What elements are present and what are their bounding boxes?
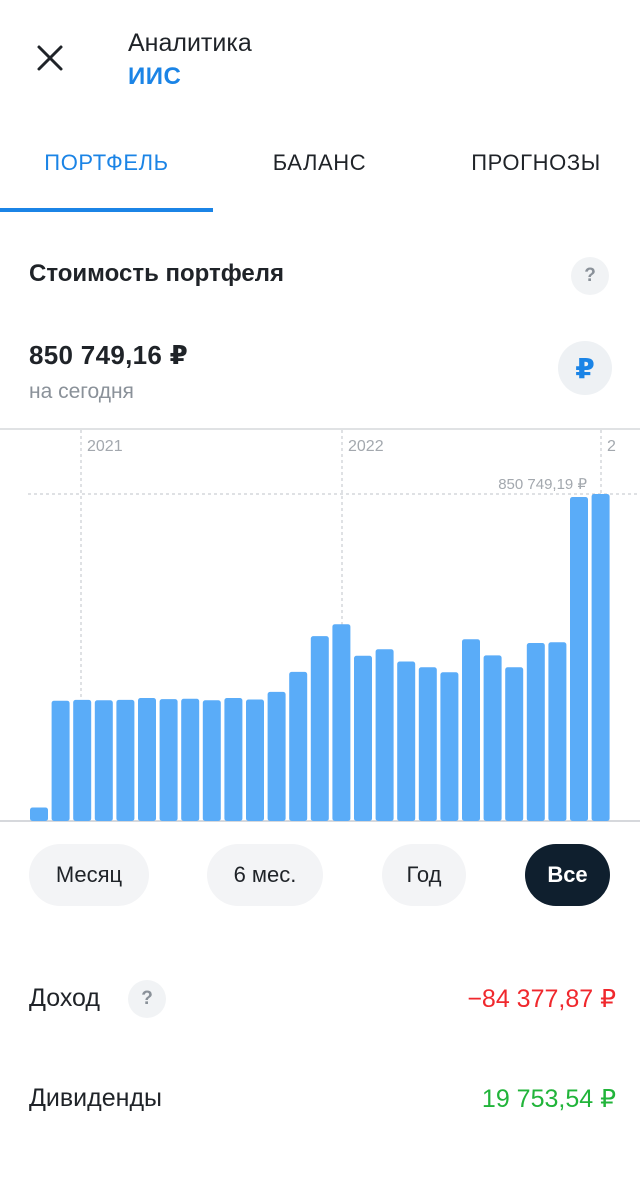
chart-bar (591, 494, 610, 821)
chart-bar (267, 691, 286, 821)
portfolio-title: Стоимость портфеля (29, 260, 285, 287)
income-help-button[interactable]: ? (128, 980, 166, 1018)
account-subtitle: ИИС (128, 63, 182, 90)
portfolio-help-button[interactable]: ? (571, 257, 609, 295)
period-month-button[interactable]: Месяц (29, 844, 149, 906)
chart-bar (332, 624, 351, 821)
chart-bar (354, 655, 372, 821)
title-block: Аналитика ИИС (128, 28, 252, 92)
period-year-button[interactable]: Год (382, 844, 466, 906)
chart-bar (94, 700, 113, 821)
chart-bar (310, 636, 329, 821)
chart-bar (30, 807, 48, 821)
close-button[interactable] (28, 36, 72, 80)
currency-toggle-button[interactable]: ₽ (558, 341, 612, 395)
chart-max-label: 850 749,19 ₽ (498, 476, 587, 493)
chart-bar (202, 700, 221, 821)
header: Аналитика ИИС (0, 0, 640, 110)
chart-bar (440, 672, 459, 821)
chart-bar (73, 699, 92, 821)
chart-bar (159, 699, 178, 821)
tab-portfolio[interactable]: ПОРТФЕЛЬ (0, 130, 213, 214)
chart-bar (418, 667, 437, 821)
period-all-button[interactable]: Все (525, 844, 610, 906)
portfolio-value-caption: на сегодня (29, 380, 134, 403)
page-title: Аналитика (128, 29, 252, 57)
dividends-value: 19 753,54 ₽ (481, 1085, 616, 1113)
chart-bar (548, 642, 567, 821)
dividends-label: Дивиденды (29, 1084, 162, 1112)
chart-bar (246, 699, 264, 821)
period-6months-button[interactable]: 6 мес. (207, 844, 323, 906)
close-icon (37, 45, 63, 71)
chart-bar (289, 671, 308, 821)
chart-year-label: 2021 (87, 438, 123, 455)
tab-bar: ПОРТФЕЛЬ БАЛАНС ПРОГНОЗЫ (0, 130, 640, 214)
chart-bar (224, 698, 243, 821)
chart-bar (483, 655, 502, 821)
period-selector: Месяц 6 мес. Год Все (0, 844, 640, 906)
chart-bar (462, 639, 480, 821)
income-value: −84 377,87 ₽ (467, 985, 616, 1013)
chart-bar (138, 698, 156, 821)
chart-bar (397, 661, 416, 821)
chart-bar (570, 496, 588, 821)
income-label: Доход (29, 984, 100, 1012)
chart-bar (505, 667, 524, 821)
chart-bar (375, 649, 394, 821)
chart-bar (181, 698, 200, 821)
tab-balance[interactable]: БАЛАНС (213, 130, 426, 214)
chart-year-label: 2 (607, 438, 616, 455)
active-tab-indicator (0, 208, 213, 212)
chart-bar (116, 699, 135, 821)
chart-bar (51, 700, 70, 821)
tab-forecasts[interactable]: ПРОГНОЗЫ (426, 130, 640, 214)
portfolio-chart: 2021 2022 2 850 749,19 ₽ (0, 428, 640, 822)
chart-year-label: 2022 (348, 438, 384, 455)
portfolio-value: 850 749,16 ₽ (29, 340, 189, 370)
chart-bar (526, 643, 545, 821)
